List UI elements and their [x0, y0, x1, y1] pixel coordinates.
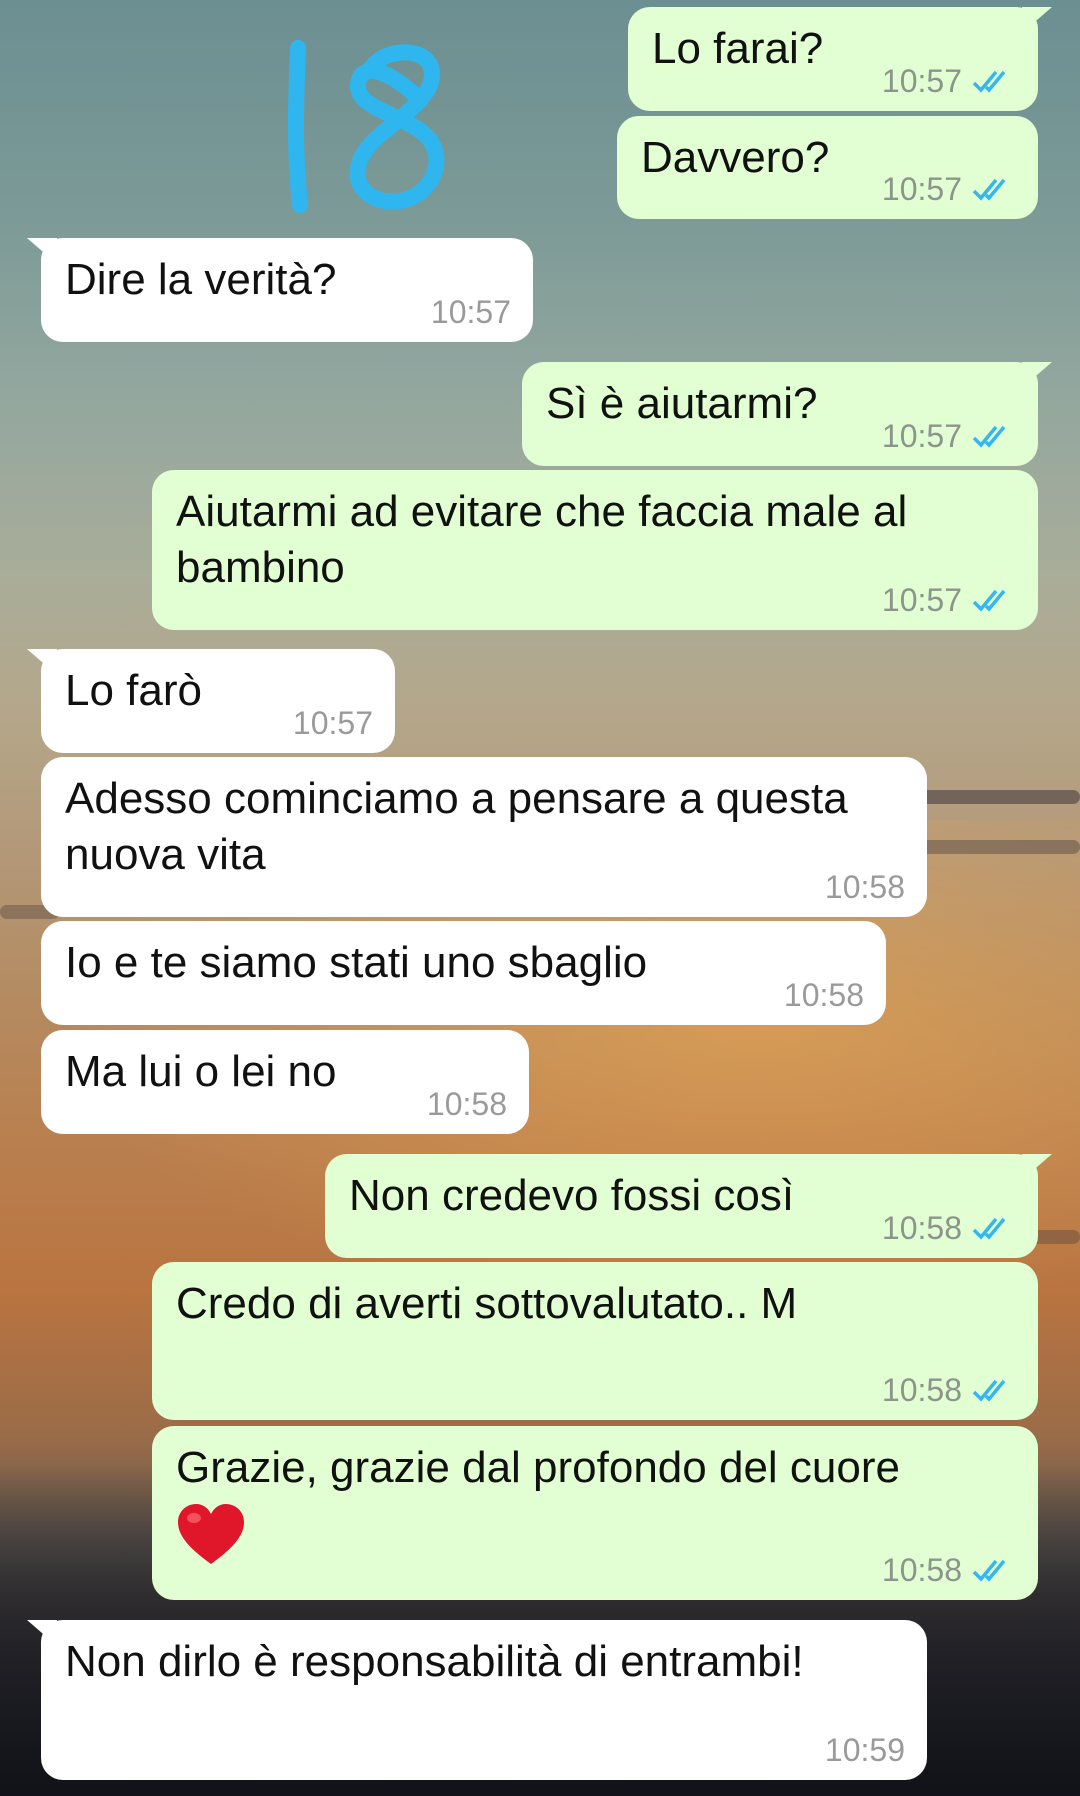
double-check-read-icon	[972, 1217, 1006, 1240]
outgoing-message[interactable]: Sì è aiutarmi? 10:57	[522, 362, 1052, 466]
message-meta: 10:58	[825, 869, 905, 905]
message-time: 10:58	[426, 1086, 507, 1122]
red-heart-emoji-icon	[178, 1504, 244, 1564]
message-time: 10:57	[881, 171, 962, 207]
message-meta: 10:57	[293, 705, 373, 741]
message-meta: 10:57	[882, 582, 1016, 618]
incoming-message[interactable]: Ma lui o lei no 10:58	[41, 1030, 529, 1134]
double-check-read-icon	[972, 589, 1006, 612]
double-check-read-icon	[972, 1379, 1006, 1402]
double-check-read-icon	[972, 70, 1006, 93]
message-meta: 10:57	[882, 63, 1016, 99]
message-meta: 10:58	[882, 1372, 1016, 1408]
message-time: 10:58	[881, 1210, 962, 1246]
message-meta: 10:57	[882, 171, 1016, 207]
double-check-read-icon	[972, 1559, 1006, 1582]
double-check-read-icon	[972, 178, 1006, 201]
message-time: 10:57	[881, 582, 962, 618]
incoming-message[interactable]: Non dirlo è responsabilità di entrambi! …	[27, 1620, 927, 1780]
message-meta: 10:57	[431, 294, 511, 330]
message-time: 10:58	[783, 977, 864, 1013]
message-text: Non dirlo è responsabilità di entrambi!	[65, 1637, 804, 1686]
message-time: 10:57	[430, 294, 511, 330]
message-text: Grazie, grazie dal profondo del cuore	[176, 1443, 900, 1492]
outgoing-message[interactable]: Grazie, grazie dal profondo del cuore 10…	[152, 1426, 1038, 1600]
message-meta: 10:58	[882, 1210, 1016, 1246]
double-check-read-icon	[972, 425, 1006, 448]
incoming-message[interactable]: Io e te siamo stati uno sbaglio 10:58	[41, 921, 886, 1025]
message-meta: 10:57	[882, 418, 1016, 454]
message-time: 10:58	[881, 1372, 962, 1408]
message-time: 10:57	[881, 63, 962, 99]
incoming-message[interactable]: Adesso cominciamo a pensare a questa nuo…	[41, 757, 927, 917]
message-time: 10:58	[824, 869, 905, 905]
message-text: Adesso cominciamo a pensare a questa nuo…	[65, 774, 860, 879]
outgoing-message[interactable]: Aiutarmi ad evitare che faccia male al b…	[152, 470, 1038, 630]
outgoing-message[interactable]: Davvero? 10:57	[617, 116, 1038, 219]
message-text: Io e te siamo stati uno sbaglio	[65, 938, 648, 987]
outgoing-message[interactable]: Non credevo fossi così 10:58	[325, 1154, 1052, 1258]
outgoing-message[interactable]: Credo di averti sottovalutato.. M 10:58	[152, 1262, 1038, 1420]
outgoing-message[interactable]: Lo farai? 10:57	[628, 7, 1052, 111]
message-time: 10:57	[292, 705, 373, 741]
message-meta: 10:58	[784, 977, 864, 1013]
message-meta: 10:58	[882, 1552, 1016, 1588]
handwritten-number-annotation: 18	[288, 40, 445, 213]
message-time: 10:59	[824, 1732, 905, 1768]
incoming-message[interactable]: Lo farò 10:57	[27, 649, 395, 753]
incoming-message[interactable]: Dire la verità? 10:57	[27, 238, 533, 342]
message-text: Credo di averti sottovalutato.. M	[176, 1279, 798, 1328]
message-time: 10:57	[881, 418, 962, 454]
message-meta: 10:59	[825, 1732, 905, 1768]
message-meta: 10:58	[427, 1086, 507, 1122]
message-time: 10:58	[881, 1552, 962, 1588]
message-text: Aiutarmi ad evitare che faccia male al b…	[176, 487, 920, 592]
